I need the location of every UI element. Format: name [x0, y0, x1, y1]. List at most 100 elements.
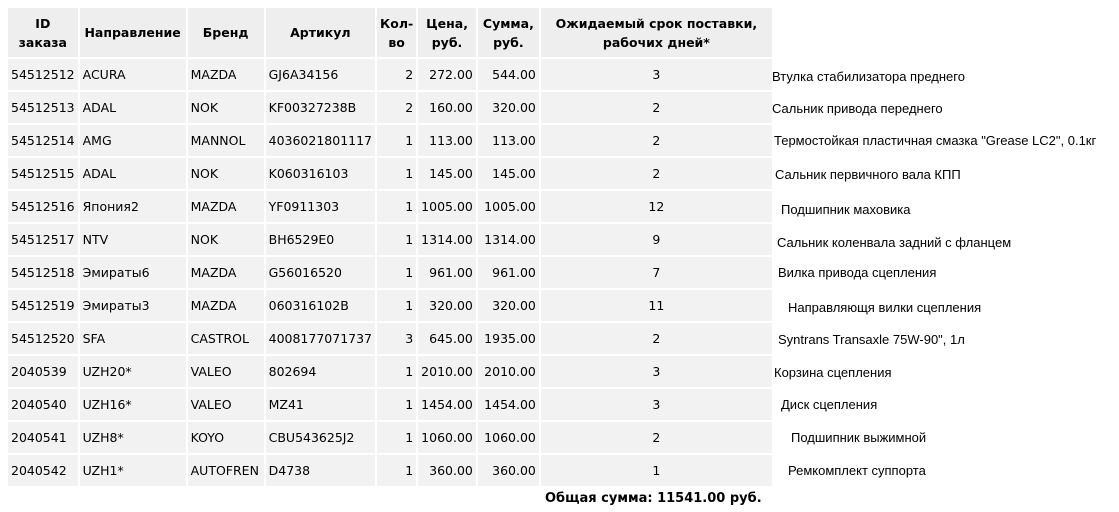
cell-price: 272.00 — [418, 59, 476, 90]
cell-sum: 1005.00 — [477, 191, 539, 222]
cell-price: 1005.00 — [418, 191, 476, 222]
table-row: 2040541 UZH8* KOYO CBU543625J2 1 1060.00 1060.… — [8, 422, 772, 453]
item-name: Syntrans Transaxle 75W-90", 1л — [778, 332, 965, 347]
cell-direction: UZH1* — [79, 455, 186, 486]
header-id-l2: заказа — [18, 34, 67, 50]
cell-days: 2 — [540, 323, 772, 354]
cell-id: 54512513 — [8, 92, 78, 123]
cell-id: 54512515 — [8, 158, 78, 189]
cell-qty: 2 — [377, 59, 417, 90]
cell-article: KF00327238B — [265, 92, 376, 123]
cell-sum: 1314.00 — [477, 224, 539, 255]
cell-days: 7 — [540, 257, 772, 288]
header-sum: Сумма, руб. — [477, 8, 539, 57]
cell-sum: 360.00 — [477, 455, 539, 486]
item-name: Термостойкая пластичная смазка "Grease L… — [774, 133, 1097, 148]
cell-direction: UZH16* — [79, 389, 186, 420]
header-days-l1: Ожидаемый срок поставки, — [555, 15, 758, 31]
cell-id: 54512512 — [8, 59, 78, 90]
cell-price: 160.00 — [418, 92, 476, 123]
header-days-l2: рабочих дней* — [602, 34, 710, 50]
cell-qty: 1 — [377, 125, 417, 156]
cell-article: 060316102B — [265, 290, 376, 321]
cell-qty: 1 — [377, 389, 417, 420]
cell-brand: KOYO — [187, 422, 264, 453]
header-days: Ожидаемый срок поставки, рабочих дней* — [540, 8, 772, 57]
item-name: Подшипник маховика — [781, 202, 911, 217]
cell-price: 320.00 — [418, 290, 476, 321]
cell-price: 645.00 — [418, 323, 476, 354]
cell-article: YF0911303 — [265, 191, 376, 222]
cell-brand: NOK — [187, 158, 264, 189]
header-id: ID заказа — [8, 8, 78, 57]
table-row: 2040542 UZH1* AUTOFREN D4738 1 360.00 360.00 1 — [8, 455, 772, 486]
cell-price: 360.00 — [418, 455, 476, 486]
item-name: Направляющя вилки сцепления — [788, 300, 982, 315]
cell-sum: 320.00 — [477, 290, 539, 321]
cell-price: 961.00 — [418, 257, 476, 288]
cell-article: 4036021801117 — [265, 125, 376, 156]
cell-qty: 1 — [377, 158, 417, 189]
table-row: 54512519 Эмираты3 MAZDA 060316102B 1 320.00 32… — [8, 290, 772, 321]
cell-qty: 1 — [377, 455, 417, 486]
table-row: 2040540 UZH16* VALEO MZ41 1 1454.00 1454.00 3 — [8, 389, 772, 420]
cell-price: 1314.00 — [418, 224, 476, 255]
cell-qty: 1 — [377, 191, 417, 222]
cell-price: 1060.00 — [418, 422, 476, 453]
cell-direction: ADAL — [79, 158, 186, 189]
cell-sum: 1935.00 — [477, 323, 539, 354]
header-direction: Направление — [79, 8, 186, 57]
header-brand: Бренд — [187, 8, 264, 57]
cell-days: 9 — [540, 224, 772, 255]
cell-id: 54512519 — [8, 290, 78, 321]
cell-direction: ACURA — [79, 59, 186, 90]
cell-qty: 1 — [377, 422, 417, 453]
table-row: 54512518 Эмираты6 MAZDA G56016520 1 961.00 961… — [8, 257, 772, 288]
table-row: 54512512 ACURA MAZDA GJ6A34156 2 272.00 544.00… — [8, 59, 772, 90]
table-header-row: ID заказа Направление Бренд Артикул Кол-в… — [8, 8, 772, 57]
cell-sum: 1454.00 — [477, 389, 539, 420]
cell-direction: SFA — [79, 323, 186, 354]
item-name: Корзина сцепления — [774, 365, 892, 380]
item-name: Ремкомплект суппорта — [788, 463, 926, 478]
cell-price: 2010.00 — [418, 356, 476, 387]
cell-article: 802694 — [265, 356, 376, 387]
cell-article: 4008177071737 — [265, 323, 376, 354]
item-name: Сальник коленвала задний с фланцем — [777, 235, 1012, 250]
item-name: Сальник привода переднего — [772, 101, 943, 116]
cell-sum: 113.00 — [477, 125, 539, 156]
item-name: Подшипник выжимной — [791, 430, 927, 445]
cell-direction: NTV — [79, 224, 186, 255]
item-name: Диск сцепления — [781, 397, 878, 412]
cell-id: 54512514 — [8, 125, 78, 156]
cell-brand: AUTOFREN — [187, 455, 264, 486]
table-row: 54512514 AMG MANNOL 4036021801117 1 113.00 113… — [8, 125, 772, 156]
cell-direction: AMG — [79, 125, 186, 156]
cell-id: 54512516 — [8, 191, 78, 222]
cell-direction: Эмираты6 — [79, 257, 186, 288]
header-qty-l2: во — [388, 34, 405, 50]
cell-days: 2 — [540, 158, 772, 189]
cell-days: 11 — [540, 290, 772, 321]
cell-direction: ADAL — [79, 92, 186, 123]
header-article: Артикул — [265, 8, 376, 57]
cell-price: 1454.00 — [418, 389, 476, 420]
cell-sum: 961.00 — [477, 257, 539, 288]
orders-body: 54512512 ACURA MAZDA GJ6A34156 2 272.00 544.00… — [8, 59, 772, 486]
cell-id: 2040539 — [8, 356, 78, 387]
header-qty-l1: Кол- — [380, 15, 414, 31]
cell-days: 3 — [540, 356, 772, 387]
cell-days: 12 — [540, 191, 772, 222]
cell-article: G56016520 — [265, 257, 376, 288]
header-qty: Кол-во — [377, 8, 417, 57]
cell-brand: MAZDA — [187, 257, 264, 288]
cell-days: 3 — [540, 59, 772, 90]
cell-sum: 320.00 — [477, 92, 539, 123]
cell-id: 54512517 — [8, 224, 78, 255]
cell-brand: NOK — [187, 92, 264, 123]
cell-qty: 2 — [377, 92, 417, 123]
header-price-l2: руб. — [431, 34, 463, 50]
cell-id: 2040542 — [8, 455, 78, 486]
header-sum-l2: руб. — [493, 34, 524, 50]
cell-id: 54512518 — [8, 257, 78, 288]
